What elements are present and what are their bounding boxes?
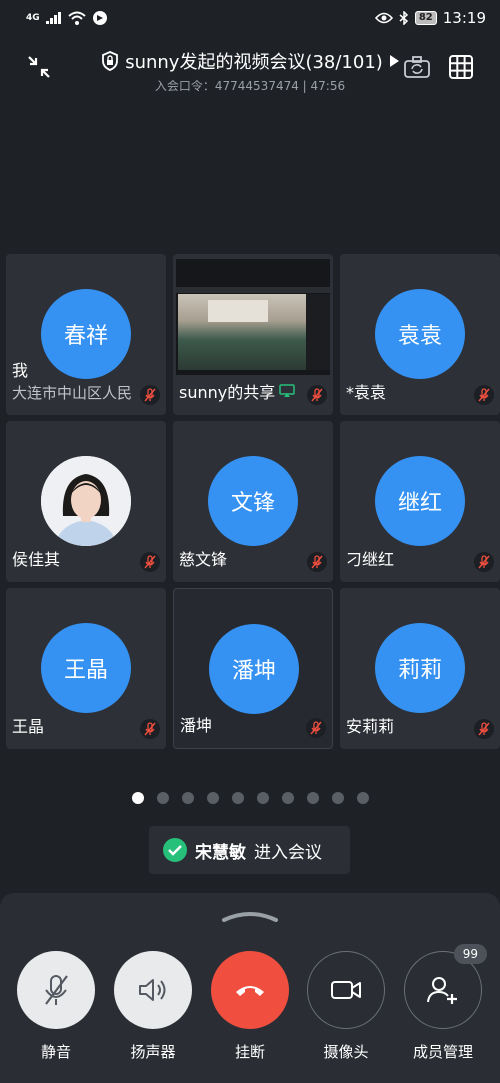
bluetooth-icon bbox=[399, 11, 408, 25]
participant-name: 安莉莉 bbox=[346, 717, 395, 736]
participant-organization: 大连市中山区人民 bbox=[12, 384, 133, 402]
participant-tile-active-speaker[interactable]: 潘坤 潘坤 bbox=[173, 588, 333, 749]
play-triangle-icon bbox=[389, 55, 399, 67]
mic-muted-icon bbox=[474, 385, 494, 405]
mic-muted-icon bbox=[474, 552, 494, 572]
avatar: 潘坤 bbox=[209, 624, 299, 714]
mic-muted-icon bbox=[140, 552, 160, 572]
page-dot[interactable] bbox=[181, 792, 194, 804]
mic-muted-icon bbox=[307, 385, 327, 405]
chevron-up-icon bbox=[222, 912, 278, 922]
control-panel: 静音 扬声器 挂断 摄像头 99 成员管理 bbox=[0, 893, 500, 1083]
avatar: 莉莉 bbox=[375, 623, 465, 713]
participant-tile[interactable]: 继红 刁继红 bbox=[340, 421, 500, 582]
speaker-button[interactable]: 扬声器 bbox=[114, 951, 192, 1062]
page-dot[interactable] bbox=[131, 792, 144, 804]
speaker-icon bbox=[139, 979, 166, 1001]
participant-tile[interactable]: 袁袁 *袁袁 bbox=[340, 254, 500, 415]
join-notification-toast: 宋慧敏 进入会议 bbox=[149, 826, 350, 874]
avatar: 继红 bbox=[375, 456, 465, 546]
shield-lock-icon bbox=[102, 51, 119, 71]
eye-icon bbox=[374, 12, 393, 24]
participant-name: 我 bbox=[12, 361, 29, 380]
participant-name: 刁继红 bbox=[346, 550, 395, 569]
wifi-icon bbox=[67, 11, 86, 25]
expand-handle[interactable] bbox=[222, 907, 278, 922]
page-dot[interactable] bbox=[206, 792, 219, 804]
screen-share-tile[interactable]: sunny的共享 bbox=[173, 254, 333, 415]
grid-view-button[interactable] bbox=[446, 52, 476, 82]
avatar: 春祥 bbox=[41, 289, 131, 379]
participant-name: 王晶 bbox=[12, 717, 45, 736]
page-dot[interactable] bbox=[231, 792, 244, 804]
avatar: 文锋 bbox=[208, 456, 298, 546]
clock: 13:19 bbox=[442, 9, 486, 27]
shared-screen-preview bbox=[176, 259, 330, 375]
page-dot[interactable] bbox=[256, 792, 269, 804]
member-count-badge: 99 bbox=[453, 944, 487, 964]
mic-muted-icon bbox=[45, 975, 68, 1005]
participant-tile[interactable]: 文锋 慈文锋 bbox=[173, 421, 333, 582]
avatar: 袁袁 bbox=[375, 289, 465, 379]
hang-up-button[interactable]: 挂断 bbox=[211, 951, 289, 1062]
camera-button[interactable]: 摄像头 bbox=[307, 951, 385, 1062]
participant-tile[interactable]: 春祥 我 大连市中山区人民 bbox=[6, 254, 166, 415]
joined-message: 进入会议 bbox=[254, 842, 322, 863]
page-dot[interactable] bbox=[331, 792, 344, 804]
participant-grid: 春祥 我 大连市中山区人民 sunny的共享 袁袁 *袁袁 侯佳其 文锋 慈文锋 bbox=[6, 254, 500, 749]
meeting-title: sunny发起的视频会议(38/101) bbox=[125, 52, 383, 73]
participant-tile[interactable]: 侯佳其 bbox=[6, 421, 166, 582]
page-indicator[interactable] bbox=[0, 792, 500, 804]
check-circle-icon bbox=[163, 838, 187, 862]
joined-user-name: 宋慧敏 bbox=[195, 842, 246, 863]
network-indicator: 4G bbox=[26, 12, 40, 23]
camera-icon bbox=[331, 981, 361, 999]
participant-tile[interactable]: 莉莉 安莉莉 bbox=[340, 588, 500, 749]
hang-up-icon bbox=[236, 986, 264, 996]
participant-name: 侯佳其 bbox=[12, 550, 61, 569]
mic-muted-icon bbox=[140, 719, 160, 739]
meeting-header: sunny发起的视频会议(38/101) 入会口令：47744537474 | … bbox=[0, 44, 500, 100]
switch-camera-button[interactable] bbox=[402, 52, 432, 82]
app-notification-icon bbox=[92, 11, 107, 25]
status-bar: 4G 82 13:19 bbox=[0, 0, 500, 36]
participant-name: *袁袁 bbox=[346, 383, 387, 402]
profile-photo bbox=[41, 456, 131, 546]
participant-name: 潘坤 bbox=[180, 716, 213, 735]
participant-name: 慈文锋 bbox=[179, 550, 228, 569]
page-dot[interactable] bbox=[281, 792, 294, 804]
avatar: 王晶 bbox=[41, 623, 131, 713]
screen-share-icon bbox=[279, 384, 295, 397]
switch-camera-icon bbox=[404, 56, 430, 78]
page-dot[interactable] bbox=[356, 792, 369, 804]
page-dot[interactable] bbox=[306, 792, 319, 804]
page-dot[interactable] bbox=[156, 792, 169, 804]
mic-muted-icon bbox=[474, 719, 494, 739]
mic-muted-icon bbox=[140, 385, 160, 405]
participant-name: sunny的共享 bbox=[179, 383, 276, 402]
mic-muted-icon bbox=[306, 718, 326, 738]
participant-tile[interactable]: 王晶 王晶 bbox=[6, 588, 166, 749]
mic-muted-icon bbox=[307, 552, 327, 572]
member-management-button[interactable]: 99 成员管理 bbox=[404, 944, 487, 1062]
grid-layout-icon bbox=[449, 55, 473, 79]
signal-icon bbox=[45, 12, 61, 24]
mute-button[interactable]: 静音 bbox=[17, 951, 95, 1062]
battery-indicator: 82 bbox=[414, 11, 437, 25]
add-member-icon bbox=[427, 977, 457, 1004]
